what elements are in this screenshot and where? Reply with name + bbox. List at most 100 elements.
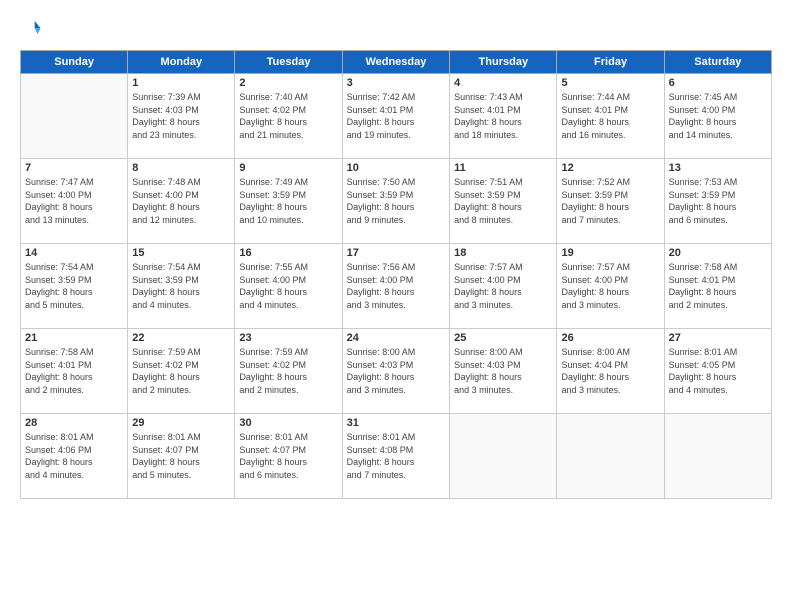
day-cell: 2 Sunrise: 7:40 AMSunset: 4:02 PMDaylight…	[235, 74, 342, 159]
day-info: Sunrise: 7:54 AMSunset: 3:59 PMDaylight:…	[25, 261, 123, 311]
day-cell: 29Sunrise: 8:01 AMSunset: 4:07 PMDayligh…	[128, 414, 235, 499]
day-cell: 1 Sunrise: 7:39 AMSunset: 4:03 PMDaylight…	[128, 74, 235, 159]
day-info: Sunrise: 7:50 AMSunset: 3:59 PMDaylight:…	[347, 176, 445, 226]
day-number: 12	[561, 162, 659, 174]
day-number: 19	[561, 247, 659, 259]
day-cell	[21, 74, 128, 159]
day-number: 1	[132, 77, 230, 89]
day-cell: 7 Sunrise: 7:47 AMSunset: 4:00 PMDaylight…	[21, 159, 128, 244]
day-header-thursday: Thursday	[450, 51, 557, 74]
week-row-1: 7 Sunrise: 7:47 AMSunset: 4:00 PMDaylight…	[21, 159, 772, 244]
day-number: 26	[561, 332, 659, 344]
day-cell: 11 Sunrise: 7:51 AMSunset: 3:59 PMDayligh…	[450, 159, 557, 244]
day-info: Sunrise: 7:57 AMSunset: 4:00 PMDaylight:…	[454, 261, 552, 311]
day-number: 22	[132, 332, 230, 344]
day-header-friday: Friday	[557, 51, 664, 74]
day-number: 27	[669, 332, 767, 344]
day-cell	[557, 414, 664, 499]
day-cell: 19 Sunrise: 7:57 AMSunset: 4:00 PMDayligh…	[557, 244, 664, 329]
day-cell: 30 Sunrise: 8:01 AMSunset: 4:07 PMDayligh…	[235, 414, 342, 499]
day-header-monday: Monday	[128, 51, 235, 74]
day-info: Sunrise: 7:55 AMSunset: 4:00 PMDaylight:…	[239, 261, 337, 311]
day-number: 17	[347, 247, 445, 259]
day-info: Sunrise: 7:42 AMSunset: 4:01 PMDaylight:…	[347, 91, 445, 141]
day-cell: 28Sunrise: 8:01 AMSunset: 4:06 PMDayligh…	[21, 414, 128, 499]
week-row-0: 1 Sunrise: 7:39 AMSunset: 4:03 PMDaylight…	[21, 74, 772, 159]
day-number: 30	[239, 417, 337, 429]
day-info: Sunrise: 7:49 AMSunset: 3:59 PMDaylight:…	[239, 176, 337, 226]
day-number: 3	[347, 77, 445, 89]
day-info: Sunrise: 7:52 AMSunset: 3:59 PMDaylight:…	[561, 176, 659, 226]
day-info: Sunrise: 7:57 AMSunset: 4:00 PMDaylight:…	[561, 261, 659, 311]
day-header-wednesday: Wednesday	[342, 51, 449, 74]
day-cell: 18 Sunrise: 7:57 AMSunset: 4:00 PMDayligh…	[450, 244, 557, 329]
day-cell: 26 Sunrise: 8:00 AMSunset: 4:04 PMDayligh…	[557, 329, 664, 414]
day-number: 2	[239, 77, 337, 89]
logo	[20, 18, 44, 40]
day-cell: 12 Sunrise: 7:52 AMSunset: 3:59 PMDayligh…	[557, 159, 664, 244]
day-cell: 17 Sunrise: 7:56 AMSunset: 4:00 PMDayligh…	[342, 244, 449, 329]
day-info: Sunrise: 8:01 AMSunset: 4:08 PMDaylight:…	[347, 431, 445, 481]
day-info: Sunrise: 7:54 AMSunset: 3:59 PMDaylight:…	[132, 261, 230, 311]
day-cell: 27 Sunrise: 8:01 AMSunset: 4:05 PMDayligh…	[664, 329, 771, 414]
day-number: 11	[454, 162, 552, 174]
day-info: Sunrise: 7:56 AMSunset: 4:00 PMDaylight:…	[347, 261, 445, 311]
day-number: 14	[25, 247, 123, 259]
day-cell	[450, 414, 557, 499]
day-number: 29	[132, 417, 230, 429]
day-cell: 6Sunrise: 7:45 AMSunset: 4:00 PMDaylight…	[664, 74, 771, 159]
logo-icon	[20, 18, 42, 40]
day-cell: 24 Sunrise: 8:00 AMSunset: 4:03 PMDayligh…	[342, 329, 449, 414]
day-info: Sunrise: 8:01 AMSunset: 4:07 PMDaylight:…	[239, 431, 337, 481]
day-number: 18	[454, 247, 552, 259]
day-info: Sunrise: 7:44 AMSunset: 4:01 PMDaylight:…	[561, 91, 659, 141]
day-header-sunday: Sunday	[21, 51, 128, 74]
day-number: 13	[669, 162, 767, 174]
day-number: 16	[239, 247, 337, 259]
calendar: SundayMondayTuesdayWednesdayThursdayFrid…	[20, 50, 772, 499]
week-row-4: 28Sunrise: 8:01 AMSunset: 4:06 PMDayligh…	[21, 414, 772, 499]
calendar-body: 1 Sunrise: 7:39 AMSunset: 4:03 PMDaylight…	[21, 74, 772, 499]
day-cell: 14 Sunrise: 7:54 AMSunset: 3:59 PMDayligh…	[21, 244, 128, 329]
calendar-header: SundayMondayTuesdayWednesdayThursdayFrid…	[21, 51, 772, 74]
day-number: 31	[347, 417, 445, 429]
day-cell: 23Sunrise: 7:59 AMSunset: 4:02 PMDayligh…	[235, 329, 342, 414]
day-number: 7	[25, 162, 123, 174]
header	[20, 18, 772, 40]
day-number: 28	[25, 417, 123, 429]
day-number: 4	[454, 77, 552, 89]
day-cell: 22Sunrise: 7:59 AMSunset: 4:02 PMDayligh…	[128, 329, 235, 414]
day-number: 20	[669, 247, 767, 259]
day-number: 21	[25, 332, 123, 344]
day-info: Sunrise: 7:51 AMSunset: 3:59 PMDaylight:…	[454, 176, 552, 226]
day-info: Sunrise: 7:53 AMSunset: 3:59 PMDaylight:…	[669, 176, 767, 226]
week-row-2: 14 Sunrise: 7:54 AMSunset: 3:59 PMDayligh…	[21, 244, 772, 329]
day-info: Sunrise: 8:00 AMSunset: 4:03 PMDaylight:…	[454, 346, 552, 396]
day-number: 24	[347, 332, 445, 344]
day-info: Sunrise: 7:47 AMSunset: 4:00 PMDaylight:…	[25, 176, 123, 226]
day-cell: 13 Sunrise: 7:53 AMSunset: 3:59 PMDayligh…	[664, 159, 771, 244]
day-info: Sunrise: 7:58 AMSunset: 4:01 PMDaylight:…	[669, 261, 767, 311]
day-cell: 9 Sunrise: 7:49 AMSunset: 3:59 PMDaylight…	[235, 159, 342, 244]
day-cell: 8Sunrise: 7:48 AMSunset: 4:00 PMDaylight…	[128, 159, 235, 244]
day-info: Sunrise: 8:00 AMSunset: 4:04 PMDaylight:…	[561, 346, 659, 396]
day-info: Sunrise: 7:39 AMSunset: 4:03 PMDaylight:…	[132, 91, 230, 141]
day-number: 25	[454, 332, 552, 344]
page: SundayMondayTuesdayWednesdayThursdayFrid…	[0, 0, 792, 612]
day-info: Sunrise: 7:58 AMSunset: 4:01 PMDaylight:…	[25, 346, 123, 396]
day-info: Sunrise: 7:40 AMSunset: 4:02 PMDaylight:…	[239, 91, 337, 141]
day-number: 15	[132, 247, 230, 259]
day-cell: 31 Sunrise: 8:01 AMSunset: 4:08 PMDayligh…	[342, 414, 449, 499]
day-cell: 15 Sunrise: 7:54 AMSunset: 3:59 PMDayligh…	[128, 244, 235, 329]
day-cell: 5Sunrise: 7:44 AMSunset: 4:01 PMDaylight…	[557, 74, 664, 159]
day-number: 23	[239, 332, 337, 344]
day-cell: 21 Sunrise: 7:58 AMSunset: 4:01 PMDayligh…	[21, 329, 128, 414]
day-info: Sunrise: 7:45 AMSunset: 4:00 PMDaylight:…	[669, 91, 767, 141]
day-header-tuesday: Tuesday	[235, 51, 342, 74]
day-cell: 25 Sunrise: 8:00 AMSunset: 4:03 PMDayligh…	[450, 329, 557, 414]
day-info: Sunrise: 8:00 AMSunset: 4:03 PMDaylight:…	[347, 346, 445, 396]
day-number: 9	[239, 162, 337, 174]
day-info: Sunrise: 7:48 AMSunset: 4:00 PMDaylight:…	[132, 176, 230, 226]
day-cell	[664, 414, 771, 499]
day-info: Sunrise: 8:01 AMSunset: 4:05 PMDaylight:…	[669, 346, 767, 396]
